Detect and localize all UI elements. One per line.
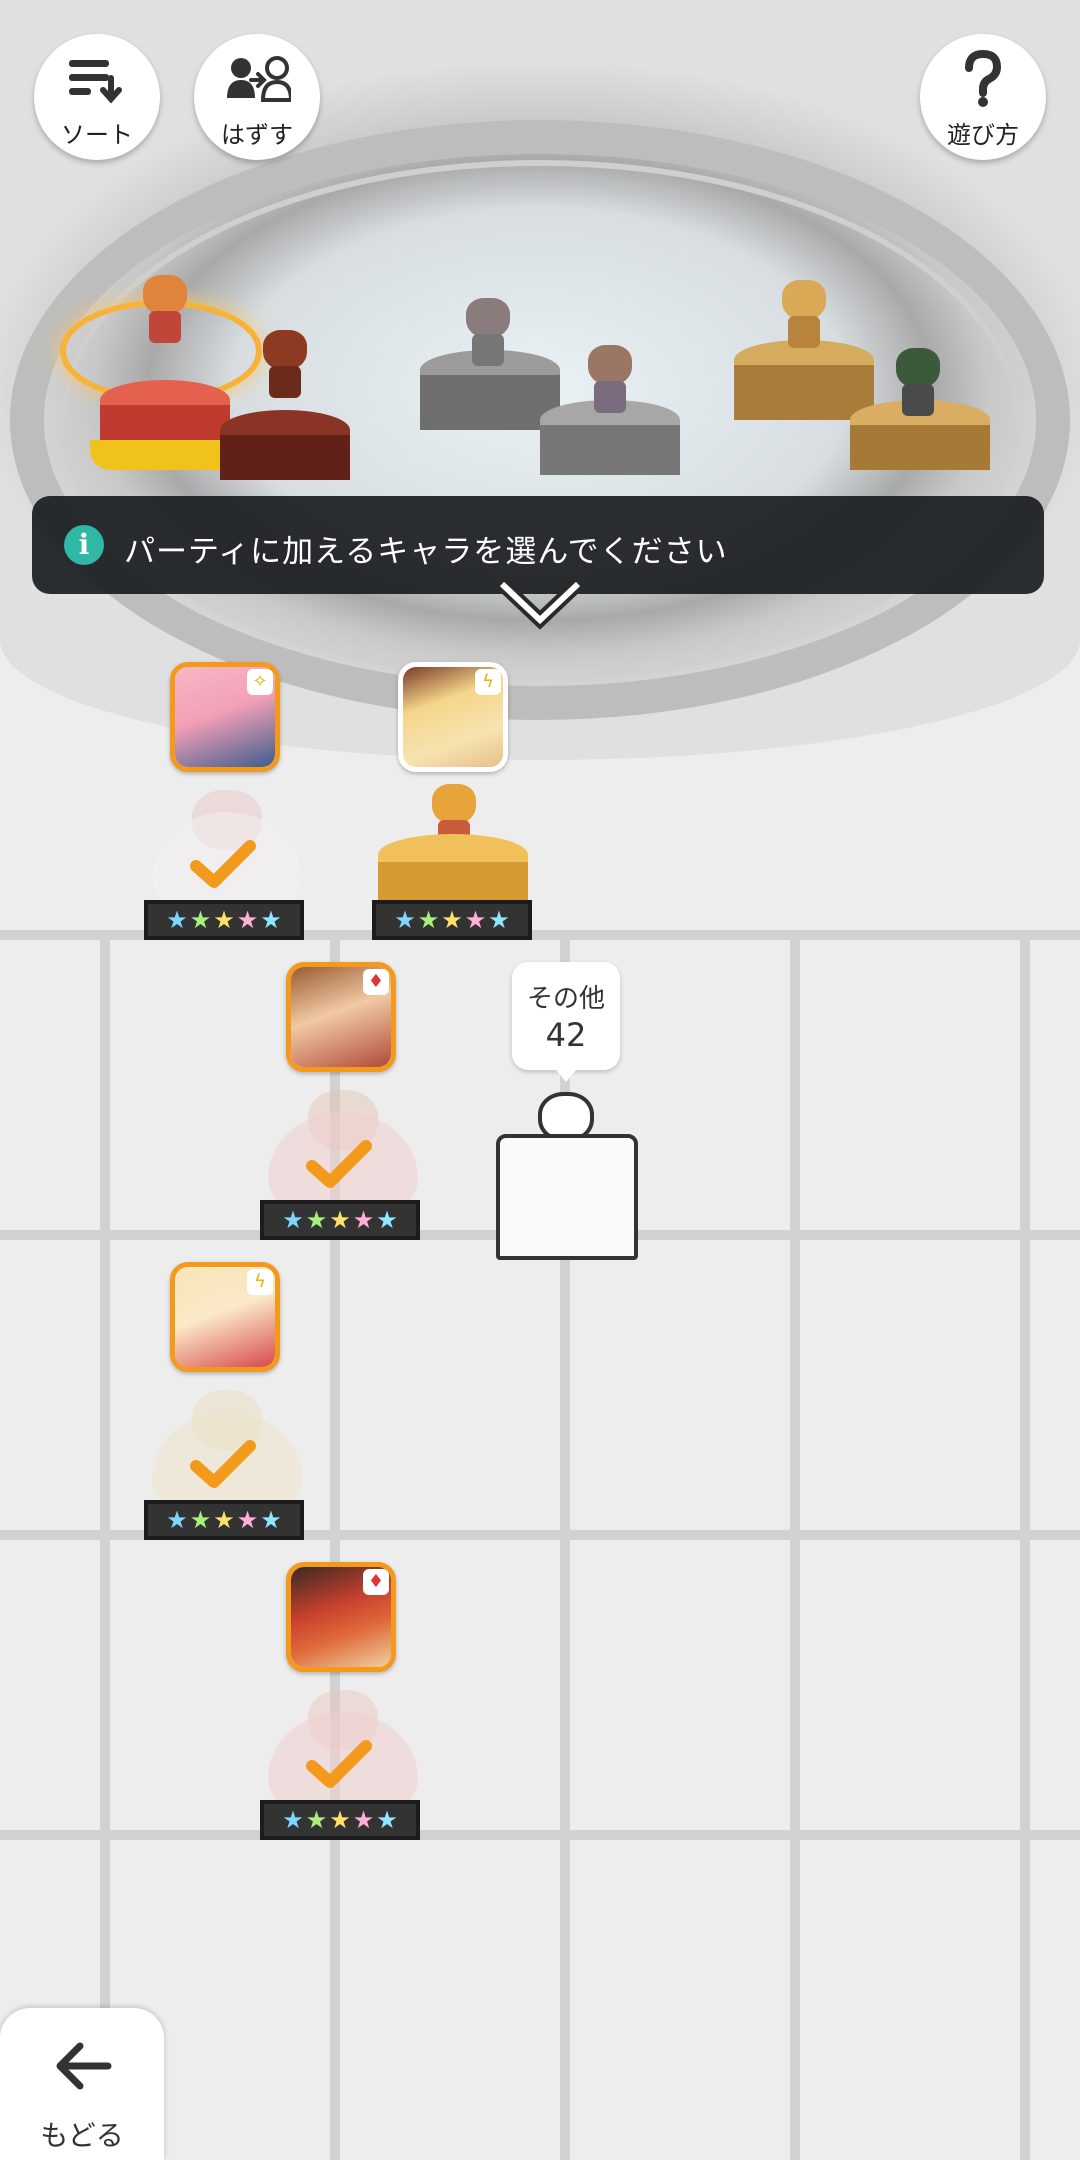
character-sprite (135, 275, 195, 345)
character-sprite (580, 345, 640, 415)
thunder-element-icon: ϟ (247, 1269, 273, 1295)
thunder-element-icon: ϟ (475, 669, 501, 695)
remove-member-icon (227, 56, 291, 102)
character-portrait: ♦ (286, 1562, 396, 1672)
help-label: 遊び方 (947, 121, 1019, 149)
sort-icon (69, 60, 122, 104)
selected-check-icon (190, 1440, 256, 1488)
pedestal (220, 435, 350, 480)
rarity-stars: ★ ★ ★ ★ ★ (144, 1500, 304, 1540)
rarity-stars: ★ ★ ★ ★ ★ (260, 1800, 420, 1840)
character-card-red-dragon[interactable]: ♦ ★ ★ ★ ★ ★ (256, 1562, 426, 1862)
fire-element-icon: ♦ (363, 1569, 389, 1595)
selected-check-icon (190, 840, 256, 888)
question-icon (965, 49, 1002, 107)
rarity-stars: ★ ★ ★ ★ ★ (372, 900, 532, 940)
sort-button[interactable]: ソート (34, 34, 160, 160)
character-card-brown-hair-girl[interactable]: ♦ ★ ★ ★ ★ ★ (256, 962, 426, 1262)
rarity-stars: ★ ★ ★ ★ ★ (144, 900, 304, 940)
others-label: その他 (526, 984, 605, 1014)
character-portrait: ✧ (170, 662, 280, 772)
instruction-text: パーティに加えるキャラを選んでください (124, 534, 728, 570)
character-portrait: ϟ (398, 662, 508, 772)
back-button[interactable]: もどる (0, 2008, 164, 2160)
character-sprite (458, 298, 518, 368)
fire-element-icon: ♦ (363, 969, 389, 995)
pedestal (850, 425, 990, 470)
leader-base (90, 440, 240, 470)
remove-button[interactable]: はずす (194, 34, 320, 160)
arrow-left-icon (56, 2042, 112, 2090)
character-portrait: ϟ (170, 1262, 280, 1372)
selected-check-icon (306, 1740, 372, 1788)
character-sprite (255, 330, 315, 400)
pedestal (734, 365, 874, 420)
others-bubble[interactable]: その他 42 (512, 962, 620, 1082)
selected-check-icon (306, 1140, 372, 1188)
rarity-stars: ★ ★ ★ ★ ★ (260, 1200, 420, 1240)
remove-label: はずす (221, 121, 293, 149)
others-pedestal[interactable] (492, 1092, 642, 1272)
pedestal (420, 375, 560, 430)
character-sprite (888, 348, 948, 418)
pedestal (540, 425, 680, 475)
party-slot-2[interactable] (410, 290, 690, 490)
character-sprite (774, 280, 834, 350)
help-button[interactable]: 遊び方 (920, 34, 1046, 160)
character-card-blonde-girl-twintail[interactable]: ϟ ★ ★ ★ ★ ★ (140, 1262, 310, 1562)
sort-label: ソート (61, 121, 133, 149)
character-portrait: ♦ (286, 962, 396, 1072)
character-card-blonde-girl-hat[interactable]: ϟ ★ ★ ★ ★ ★ (368, 662, 538, 962)
back-label: もどる (40, 2119, 124, 2152)
info-icon: i (64, 525, 104, 565)
party-slot-1[interactable] (60, 260, 360, 490)
bubble-tail (556, 1070, 576, 1082)
pedestal (496, 1134, 638, 1260)
chevron-down-icon[interactable] (496, 578, 584, 630)
others-count: 42 (545, 1016, 587, 1054)
character-card-pink-hair-girl[interactable]: ✧ ★ ★ ★ ★ ★ (140, 662, 310, 962)
light-element-icon: ✧ (247, 669, 273, 695)
party-slot-3[interactable] (730, 280, 1010, 490)
